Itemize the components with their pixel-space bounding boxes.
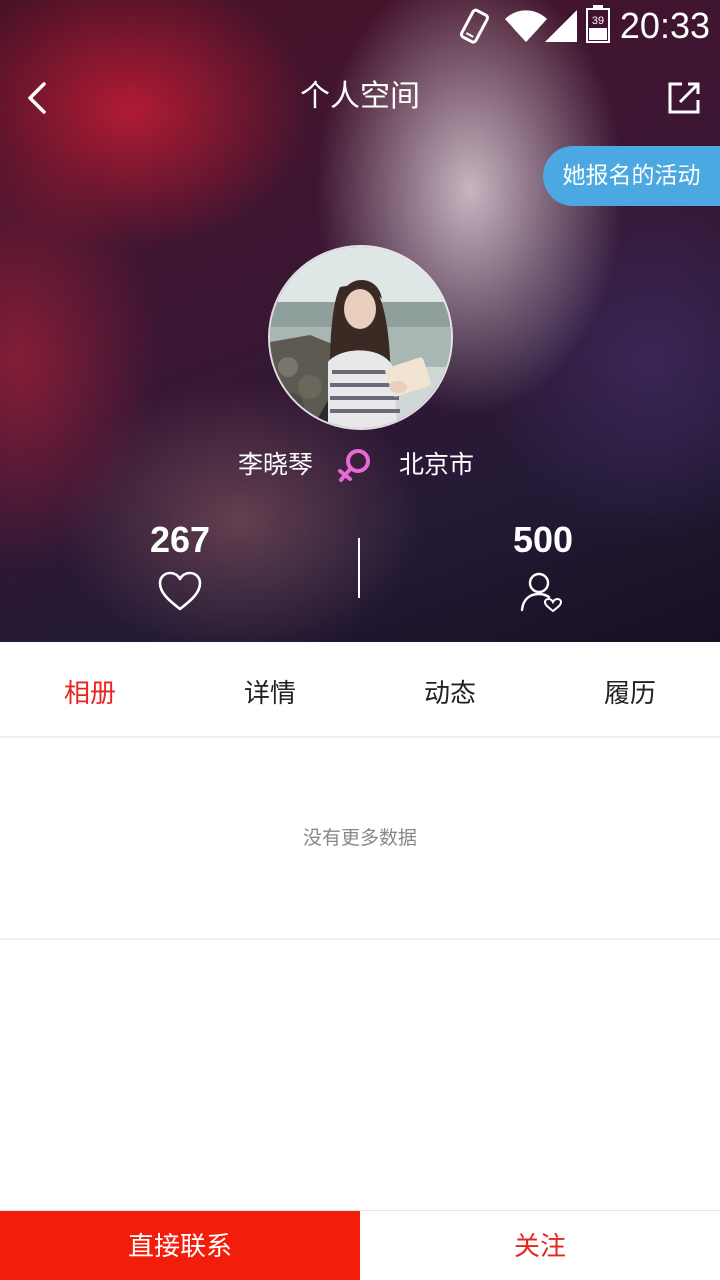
likes-count: 267 [149,519,211,560]
chevron-left-icon [28,82,46,114]
profile-header: 39 20:33 个人空间 她报名的活动 李晓琴 北京市 267 500 [0,0,720,642]
tab-album[interactable]: 相册 [0,642,180,738]
battery-icon: 39 [586,5,610,43]
album-content: 没有更多数据 [0,740,720,940]
tab-resume[interactable]: 履历 [540,642,720,738]
signal-icon [545,10,577,42]
stats-divider [358,538,360,598]
heart-icon[interactable] [157,570,203,612]
bottom-action-bar: 直接联系 关注 [0,1210,720,1280]
user-name: 李晓琴 [238,450,314,479]
followers-count: 500 [512,519,574,560]
follow-button[interactable]: 关注 [360,1211,720,1280]
registered-activities-button[interactable]: 她报名的活动 [543,146,720,206]
rotate-phone-icon [459,8,490,44]
profile-info: 李晓琴 北京市 [0,445,720,485]
battery-level: 39 [592,15,604,27]
status-time: 20:33 [619,5,710,46]
profile-tabs: 相册 详情 动态 履历 [0,642,720,738]
status-bar: 39 20:33 [0,0,720,50]
contact-button[interactable]: 直接联系 [0,1211,360,1280]
tab-moments[interactable]: 动态 [360,642,540,738]
tab-details[interactable]: 详情 [180,642,360,738]
back-button[interactable] [20,74,60,122]
empty-message: 没有更多数据 [302,827,417,849]
page-title: 个人空间 [300,79,420,114]
female-icon [338,449,370,482]
share-icon [668,82,700,114]
user-heart-icon[interactable] [519,570,563,614]
avatar[interactable] [268,245,453,430]
avatar-photo [270,247,451,428]
user-city: 北京市 [399,450,475,479]
share-button[interactable] [664,78,704,118]
